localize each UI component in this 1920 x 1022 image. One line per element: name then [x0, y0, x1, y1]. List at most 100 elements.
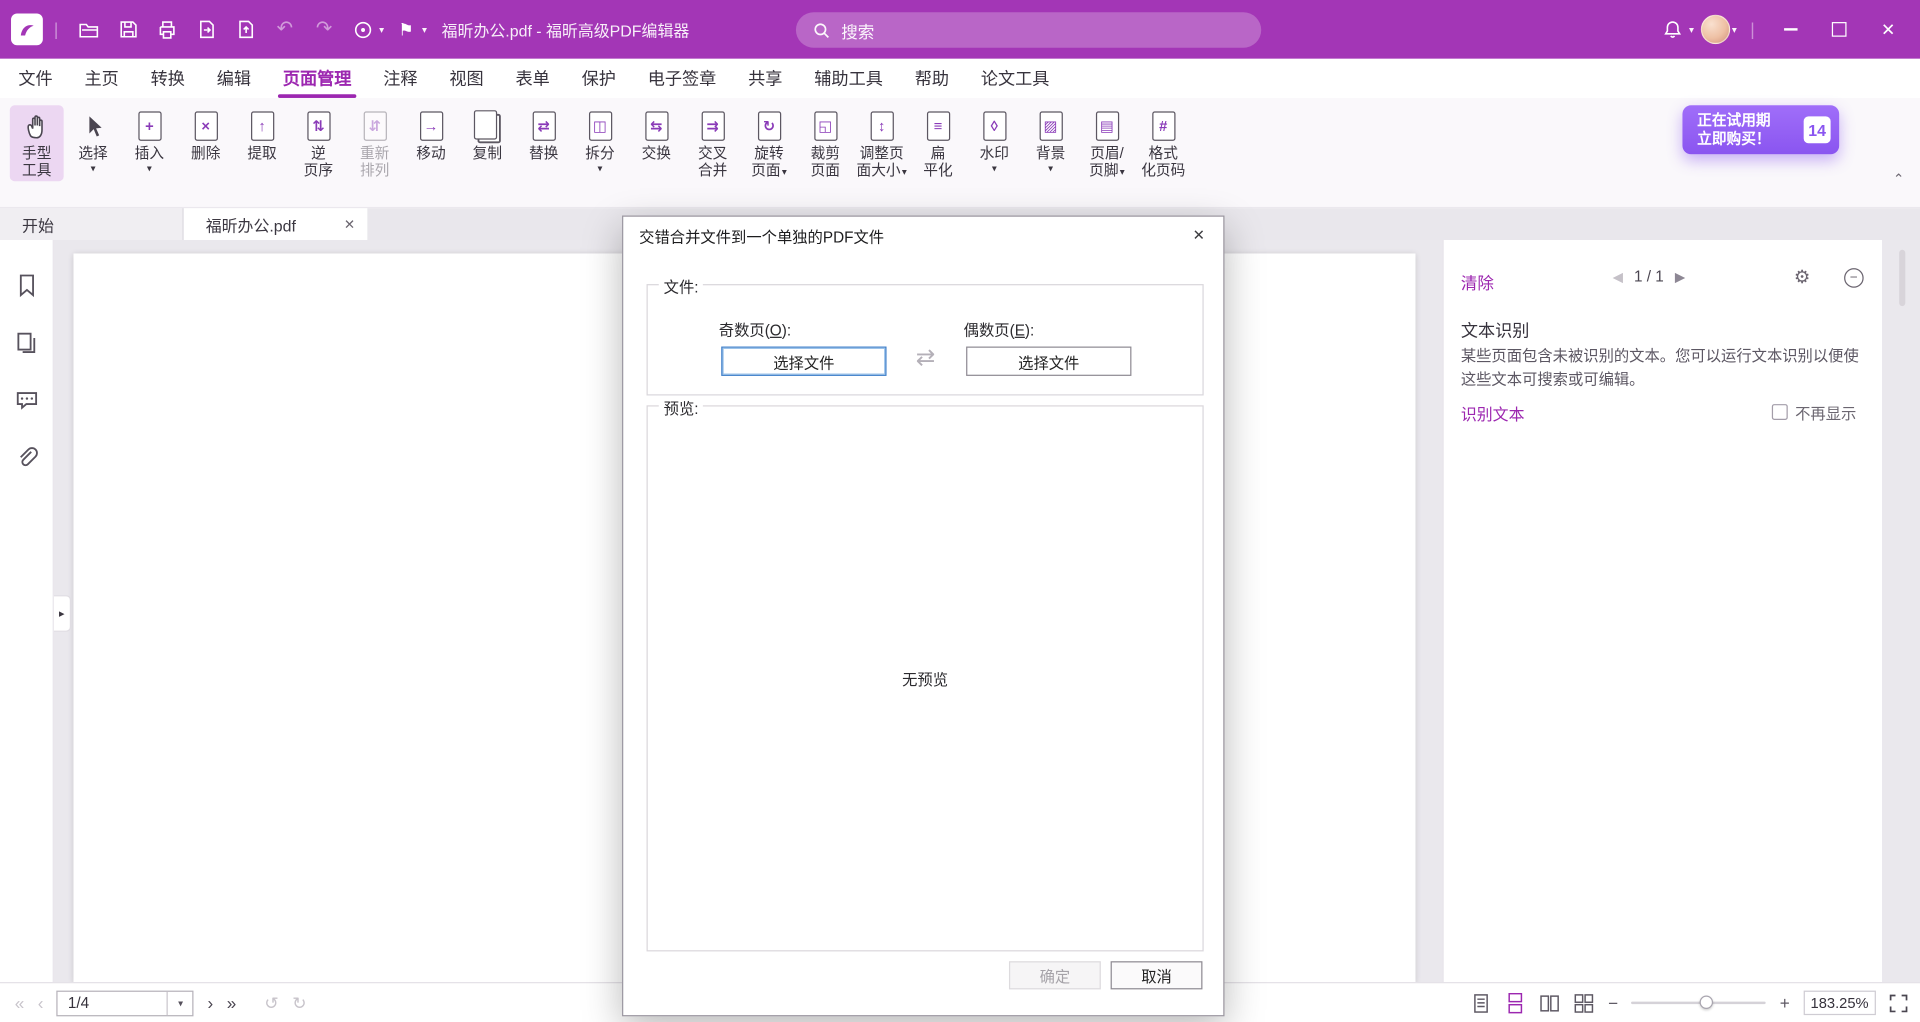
menu-view[interactable]: 视图 [433, 59, 499, 98]
quick-sign-caret-icon[interactable]: ▾ [379, 24, 384, 35]
cancel-button[interactable]: 取消 [1111, 961, 1203, 989]
ribbon-tool-replace[interactable]: ⇄ 替换 [517, 105, 571, 164]
open-file-button[interactable] [71, 11, 107, 48]
zoom-slider-thumb[interactable] [1700, 996, 1713, 1009]
dont-show-checkbox[interactable] [1772, 404, 1788, 420]
undo-button[interactable]: ↶ [267, 11, 303, 48]
ribbon-tool-select[interactable]: 选择 ▾ [66, 105, 120, 177]
next-page-button[interactable]: › [208, 994, 214, 1011]
grid-view-icon[interactable] [1574, 992, 1595, 1013]
vertical-scrollbar-thumb[interactable] [1899, 250, 1905, 306]
ribbon-tool-rearrange[interactable]: ⇵ 重新 排列 [348, 105, 402, 181]
print-button[interactable] [150, 11, 186, 48]
ribbon-tool-split[interactable]: ◫ 拆分 ▾ [573, 105, 627, 177]
first-page-button[interactable]: « [15, 994, 25, 1011]
menu-form[interactable]: 表单 [500, 59, 566, 98]
signature-circle-icon [353, 19, 374, 40]
page-number-input[interactable]: 1/4 ▾ [57, 990, 194, 1016]
ribbon-tool-hand[interactable]: 手型 工具 [10, 105, 64, 181]
ribbon-tool-header-footer[interactable]: ▤ 页眉/ 页脚▾ [1080, 105, 1134, 183]
tab-start[interactable]: 开始 [0, 208, 184, 240]
ribbon-tool-watermark[interactable]: ◊ 水印 ▾ [967, 105, 1021, 177]
next-view-button[interactable]: ↻ [292, 994, 306, 1011]
menu-esign[interactable]: 电子签章 [632, 59, 732, 98]
swap-files-icon[interactable]: ⇄ [916, 344, 935, 372]
export-button[interactable] [189, 11, 225, 48]
close-button[interactable]: ✕ [1864, 0, 1913, 59]
sidebar-expand-handle[interactable]: ▸ [54, 595, 71, 632]
share-button[interactable] [228, 11, 264, 48]
pager-next-icon[interactable]: ▶ [1675, 269, 1685, 285]
menu-protect[interactable]: 保护 [566, 59, 632, 98]
minimize-button[interactable] [1766, 0, 1815, 59]
menu-page-management[interactable]: 页面管理 [267, 59, 367, 98]
pager-prev-icon[interactable]: ◀ [1613, 269, 1623, 285]
fit-to-screen-icon[interactable] [1889, 994, 1907, 1012]
dialog-close-button[interactable]: ✕ [1177, 219, 1221, 251]
ribbon-tool-resize-pages[interactable]: ↕ 调整页 面大小▾ [855, 105, 909, 183]
ribbon-tool-background[interactable]: ▨ 背景 ▾ [1024, 105, 1078, 177]
expander-arrow-icon: ▸ [59, 607, 65, 620]
panel-collapse-icon[interactable]: − [1844, 268, 1864, 288]
choose-odd-file-button[interactable]: 选择文件 [721, 347, 886, 376]
collapse-ribbon-icon[interactable]: ⌃ [1893, 171, 1904, 187]
zoom-slider[interactable] [1632, 1002, 1767, 1004]
menu-convert[interactable]: 转换 [135, 59, 201, 98]
ribbon-tool-rotate-pages[interactable]: ↻ 旋转 页面▾ [742, 105, 796, 183]
menu-edit[interactable]: 编辑 [201, 59, 267, 98]
page-number-caret-icon[interactable]: ▾ [167, 991, 193, 1014]
sidebar-item-comments[interactable] [13, 387, 40, 414]
sidebar-item-pages[interactable] [13, 329, 40, 356]
menu-home[interactable]: 主页 [69, 59, 135, 98]
previous-view-button[interactable]: ↺ [264, 994, 278, 1011]
panel-settings-gear-icon[interactable]: ⚙ [1794, 266, 1810, 288]
sidebar-item-bookmarks[interactable] [13, 272, 40, 299]
ribbon-tool-reverse-order[interactable]: ⇅ 逆 页序 [291, 105, 345, 181]
dont-show-label: 不再显示 [1795, 400, 1856, 423]
account-button[interactable] [1698, 11, 1734, 48]
choose-even-file-button[interactable]: 选择文件 [966, 347, 1131, 376]
zoom-level-value[interactable]: 183.25% [1803, 991, 1876, 1015]
last-page-button[interactable]: » [227, 994, 237, 1011]
ribbon-tool-swap[interactable]: ⇆ 交换 [629, 105, 683, 164]
account-caret-icon[interactable]: ▾ [1732, 24, 1737, 35]
single-page-view-icon[interactable] [1471, 992, 1492, 1013]
tab-close-icon[interactable]: ✕ [344, 216, 355, 232]
menu-paper-tools[interactable]: 论文工具 [965, 59, 1065, 98]
sidebar-item-attachments[interactable] [13, 444, 40, 471]
menu-file[interactable]: 文件 [2, 59, 68, 98]
ok-button[interactable]: 确定 [1009, 961, 1101, 989]
menu-comment[interactable]: 注释 [367, 59, 433, 98]
redo-button[interactable]: ↷ [306, 11, 342, 48]
ribbon-tool-interleave-merge[interactable]: ⇉ 交叉 合并 [686, 105, 740, 181]
quick-sign-button[interactable] [345, 11, 381, 48]
ribbon-tool-crop-pages[interactable]: ◱ 裁剪 页面 [798, 105, 852, 181]
dont-show-again[interactable]: 不再显示 [1772, 400, 1857, 423]
ribbon-tool-format-page-numbers[interactable]: # 格式 化页码 [1136, 105, 1190, 181]
trial-buy-banner[interactable]: 正在试用期 立即购买！ 14 [1682, 105, 1839, 154]
recognize-text-link[interactable]: 识别文本 [1461, 402, 1525, 425]
ribbon-tool-flatten[interactable]: ≡ 扁 平化 [911, 105, 965, 181]
notifications-caret-icon[interactable]: ▾ [1689, 24, 1694, 35]
search-input[interactable]: 搜索 [796, 12, 1261, 48]
notifications-button[interactable] [1655, 11, 1691, 48]
ribbon-tool-copy[interactable]: 复制 [460, 105, 514, 164]
ribbon-tool-insert[interactable]: + 插入 ▾ [122, 105, 176, 177]
ribbon-tool-delete[interactable]: × 删除 [179, 105, 233, 164]
save-button[interactable] [110, 11, 146, 48]
menu-help[interactable]: 帮助 [899, 59, 965, 98]
ribbon-tool-move[interactable]: → 移动 [404, 105, 458, 164]
zoom-in-button[interactable]: + [1780, 994, 1790, 1011]
prev-page-button[interactable]: ‹ [38, 994, 44, 1011]
maximize-button[interactable] [1815, 0, 1864, 59]
menu-share[interactable]: 共享 [732, 59, 798, 98]
tab-document[interactable]: 福昕办公.pdf ✕ [184, 208, 368, 240]
flag-tool-caret-icon[interactable]: ▾ [422, 24, 427, 35]
ribbon-tool-extract[interactable]: ↑ 提取 [235, 105, 289, 164]
continuous-view-icon[interactable] [1505, 992, 1526, 1013]
zoom-out-button[interactable]: − [1608, 994, 1618, 1011]
flag-tool-button[interactable]: ⚑ [388, 11, 424, 48]
menu-accessibility[interactable]: 辅助工具 [798, 59, 898, 98]
clear-link[interactable]: 清除 [1461, 269, 1494, 293]
facing-pages-view-icon[interactable] [1539, 992, 1560, 1013]
